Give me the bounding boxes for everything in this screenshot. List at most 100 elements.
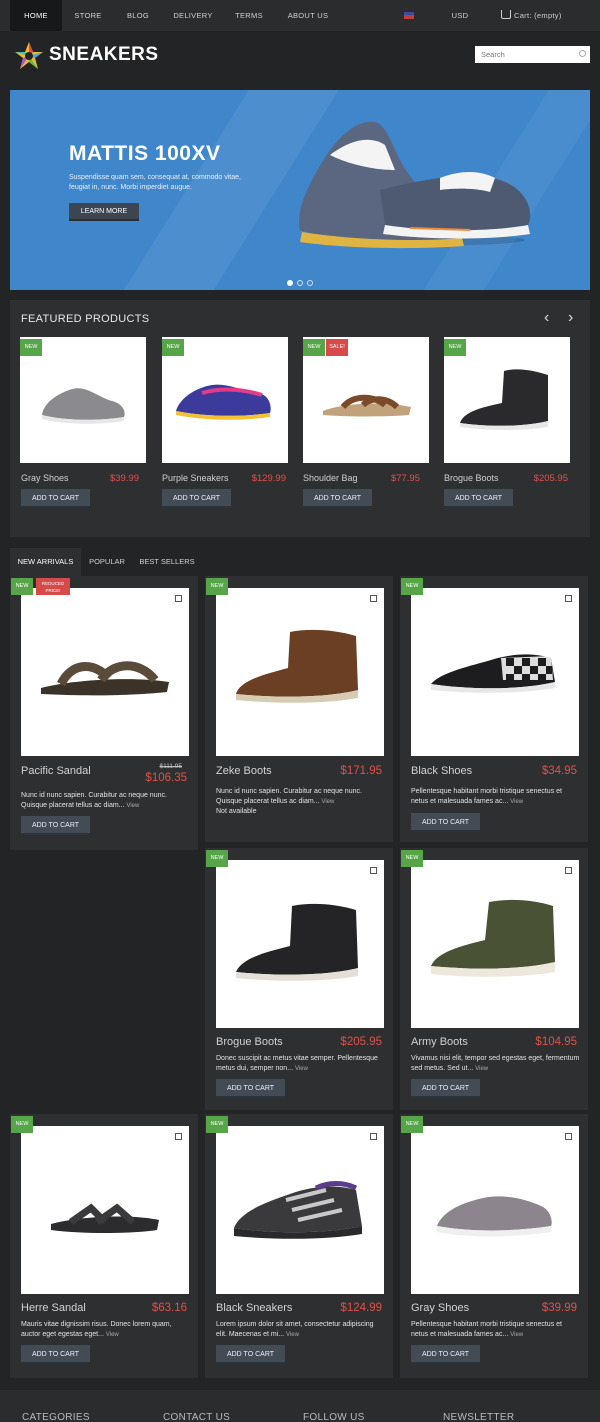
product-name[interactable]: Brogue Boots <box>216 1036 283 1048</box>
product-description-text: Nunc id nunc sapien. Curabitur ac neque … <box>21 792 167 809</box>
product-name[interactable]: Black Shoes <box>411 765 472 777</box>
hero-sneakers-image <box>299 121 531 249</box>
add-to-cart-button[interactable]: ADD TO CART <box>411 1345 480 1364</box>
quick-view-icon[interactable] <box>175 1133 182 1140</box>
cart-link[interactable]: Cart: (empty) <box>514 0 564 31</box>
view-link[interactable]: View <box>510 799 523 805</box>
carousel-dot-3[interactable] <box>307 280 313 286</box>
add-to-cart-button[interactable]: ADD TO CART <box>21 816 90 835</box>
product-name[interactable]: Army Boots <box>411 1036 468 1048</box>
product-image[interactable] <box>411 588 579 756</box>
hero-banner: MATTIS 100XV Suspendisse quam sem, conse… <box>10 90 590 290</box>
product-name[interactable]: Gray Shoes <box>411 1302 469 1314</box>
nav-about-us[interactable]: ABOUT US <box>283 0 333 31</box>
logo-star-icon[interactable] <box>14 41 44 71</box>
product-name[interactable]: Black Sneakers <box>216 1302 292 1314</box>
product-description-text: Pellentesque habitant morbi tristique se… <box>411 1321 562 1338</box>
product-name[interactable]: Zeke Boots <box>216 765 272 777</box>
add-to-cart-button[interactable]: ADD TO CART <box>21 489 90 508</box>
featured-product-price: $39.99 <box>109 473 139 484</box>
featured-product-price: $129.99 <box>251 473 286 484</box>
footer-categories: CATEGORIES <box>22 1412 90 1422</box>
tab-new-arrivals[interactable]: NEW ARRIVALS <box>10 548 81 576</box>
product-image[interactable] <box>216 588 384 756</box>
quick-view-icon[interactable] <box>370 1133 377 1140</box>
product-price: $63.16 <box>151 1302 187 1314</box>
product-image[interactable] <box>411 1126 579 1294</box>
product-image[interactable] <box>216 1126 384 1294</box>
product-description: Nunc id nunc sapien. Curabitur ac neque … <box>21 791 191 811</box>
product-image[interactable] <box>21 1126 189 1294</box>
search-input[interactable] <box>475 46 590 63</box>
new-badge: NEW <box>401 850 423 867</box>
us-flag-icon[interactable] <box>404 12 414 19</box>
slide-sandal-image <box>51 1203 159 1233</box>
new-badge: NEW <box>401 578 423 595</box>
add-to-cart-button[interactable]: ADD TO CART <box>303 489 372 508</box>
add-to-cart-button[interactable]: ADD TO CART <box>411 1079 480 1098</box>
view-link[interactable]: View <box>321 799 334 805</box>
featured-product-name[interactable]: Brogue Boots <box>444 473 499 483</box>
sale-badge: SALE! <box>326 339 348 356</box>
featured-product-name[interactable]: Gray Shoes <box>21 473 69 483</box>
logo-text[interactable]: SNEAKERS <box>49 44 159 66</box>
product-name[interactable]: Herre Sandal <box>21 1302 86 1314</box>
product-image[interactable] <box>216 860 384 1028</box>
add-to-cart-button[interactable]: ADD TO CART <box>411 813 480 832</box>
product-price: $34.95 <box>541 765 577 777</box>
view-link[interactable]: View <box>286 1332 299 1338</box>
quick-view-icon[interactable] <box>175 595 182 602</box>
quick-view-icon[interactable] <box>565 867 572 874</box>
search-icon[interactable] <box>579 50 586 57</box>
add-to-cart-button[interactable]: ADD TO CART <box>216 1345 285 1364</box>
currency-selector[interactable]: USD <box>446 0 474 31</box>
product-description: Mauris vitae dignissim risus. Donec lore… <box>21 1320 191 1340</box>
nav-terms[interactable]: TERMS <box>228 0 270 31</box>
footer-follow-us: FOLLOW US <box>303 1412 365 1422</box>
view-link[interactable]: View <box>295 1066 308 1072</box>
add-to-cart-button[interactable]: ADD TO CART <box>444 489 513 508</box>
nav-blog[interactable]: BLOG <box>118 0 158 31</box>
product-description: Nunc id nunc sapien. Curabitur ac neque … <box>216 787 386 807</box>
view-link[interactable]: View <box>510 1332 523 1338</box>
product-description: Pellentesque habitant morbi tristique se… <box>411 1320 581 1340</box>
chevron-left-icon[interactable]: ‹ <box>544 309 549 327</box>
hero-title: MATTIS 100XV <box>69 142 221 165</box>
product-name[interactable]: Pacific Sandal <box>21 765 91 777</box>
product-price: $124.99 <box>340 1302 382 1314</box>
nav-home[interactable]: HOME <box>10 0 62 31</box>
new-badge: NEW <box>11 1116 33 1133</box>
cart-icon[interactable] <box>501 10 511 19</box>
product-image[interactable] <box>411 860 579 1028</box>
new-badge: NEW <box>303 339 325 356</box>
featured-product-price: $77.95 <box>390 473 420 484</box>
quick-view-icon[interactable] <box>370 595 377 602</box>
tab-popular[interactable]: POPULAR <box>84 548 130 576</box>
tab-best-sellers[interactable]: BEST SELLERS <box>138 548 196 576</box>
featured-product-name[interactable]: Purple Sneakers <box>162 473 229 483</box>
nav-delivery[interactable]: DELIVERY <box>170 0 216 31</box>
add-to-cart-button[interactable]: ADD TO CART <box>21 1345 90 1364</box>
quick-view-icon[interactable] <box>565 1133 572 1140</box>
featured-product-name[interactable]: Shoulder Bag <box>303 473 358 483</box>
learn-more-button[interactable]: LEARN MORE <box>69 203 139 221</box>
view-link[interactable]: View <box>106 1332 119 1338</box>
add-to-cart-button[interactable]: ADD TO CART <box>216 1079 285 1098</box>
chevron-right-icon[interactable]: › <box>568 309 573 327</box>
product-image[interactable] <box>21 588 189 756</box>
carousel-dot-2[interactable] <box>297 280 303 286</box>
add-to-cart-button[interactable]: ADD TO CART <box>162 489 231 508</box>
product-description-text: Vivamus nisi elit, tempor sed egestas eg… <box>411 1055 580 1072</box>
footer-contact-us: CONTACT US <box>163 1412 231 1422</box>
product-description-text: Nunc id nunc sapien. Curabitur ac neque … <box>216 788 362 805</box>
view-link[interactable]: View <box>475 1066 488 1072</box>
quick-view-icon[interactable] <box>565 595 572 602</box>
nav-store[interactable]: STORE <box>66 0 110 31</box>
old-price: $111.95 <box>159 763 182 770</box>
product-price: $205.95 <box>340 1036 382 1048</box>
footer-newsletter: NEWSLETTER <box>443 1412 515 1422</box>
view-link[interactable]: View <box>126 803 139 809</box>
brown-boot-image <box>236 629 358 703</box>
quick-view-icon[interactable] <box>370 867 377 874</box>
carousel-dot-1[interactable] <box>287 280 293 286</box>
